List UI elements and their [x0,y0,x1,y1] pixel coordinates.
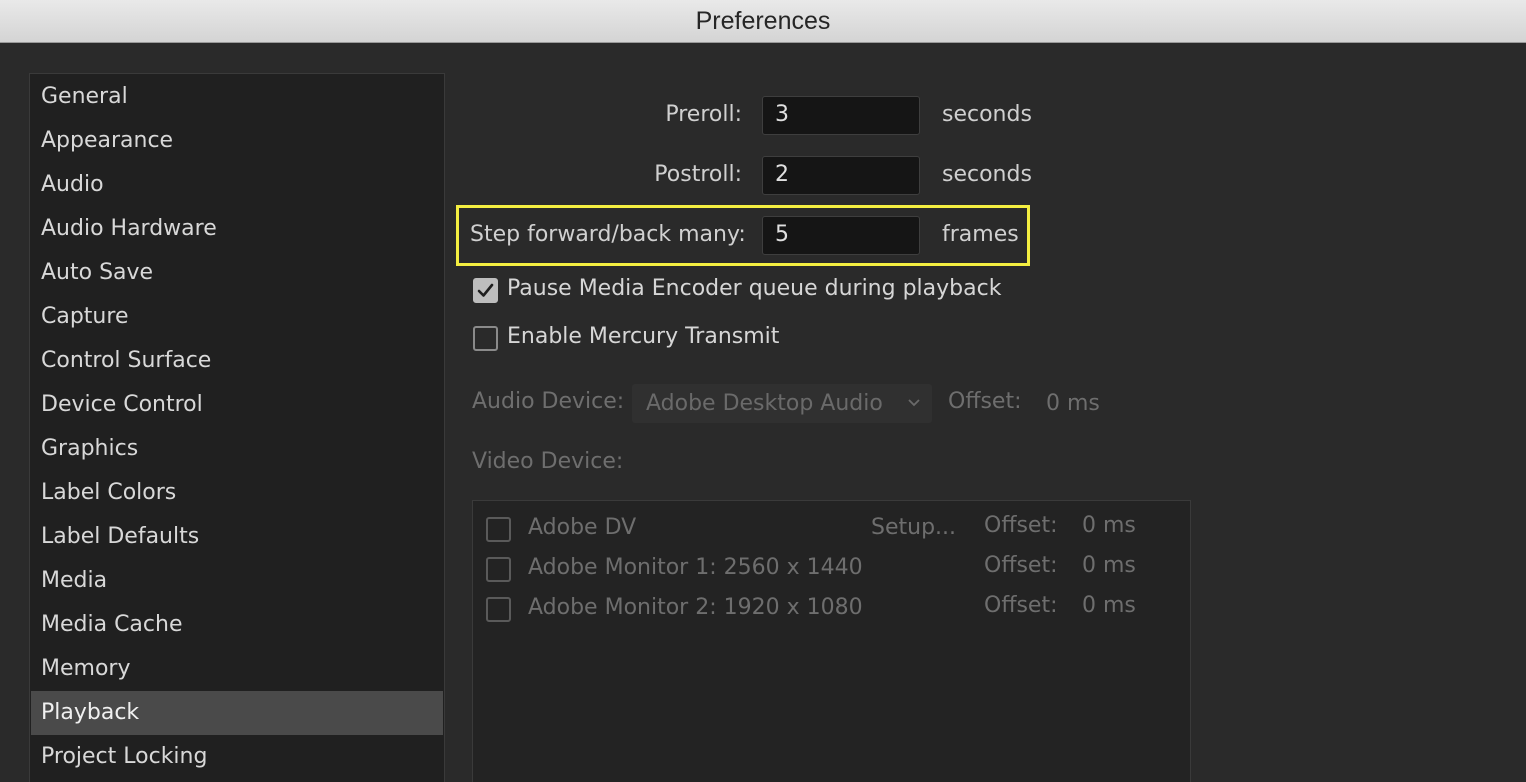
audio-offset-value: 0 ms [1046,391,1100,416]
preroll-field[interactable]: 3 [762,96,920,135]
preroll-unit: seconds [942,102,1032,127]
video-device-label: Video Device: [472,449,624,474]
window-title: Preferences [0,0,1526,43]
audio-device-select[interactable]: Adobe Desktop Audio [632,384,932,423]
sidebar-item-graphics[interactable]: Graphics [31,427,443,471]
sidebar-item-appearance[interactable]: Appearance [31,119,443,163]
pause-encoder-checkbox[interactable] [473,278,498,303]
video-device-checkbox[interactable] [486,517,511,542]
video-device-checkbox[interactable] [486,557,511,582]
video-device-name: Adobe DV [528,515,637,540]
step-unit: frames [942,222,1019,247]
video-device-offset-value: 0 ms [1082,553,1136,578]
postroll-unit: seconds [942,162,1032,187]
sidebar-item-project-locking[interactable]: Project Locking [31,735,443,779]
sidebar-item-capture[interactable]: Capture [31,295,443,339]
step-label: Step forward/back many: [470,222,746,247]
checkmark-icon [477,283,494,297]
video-device-offset-label: Offset: [984,513,1058,538]
video-device-offset-label: Offset: [984,593,1058,618]
sidebar-item-label-colors[interactable]: Label Colors [31,471,443,515]
video-device-offset-value: 0 ms [1082,513,1136,538]
preferences-sidebar: General Appearance Audio Audio Hardware … [29,73,445,782]
postroll-field[interactable]: 2 [762,156,920,195]
audio-device-value: Adobe Desktop Audio [646,391,883,416]
video-device-setup-button[interactable]: Setup... [871,515,956,540]
video-device-name: Adobe Monitor 1: 2560 x 1440 [528,555,863,580]
mercury-transmit-checkbox[interactable] [473,326,498,351]
audio-device-label: Audio Device: [472,389,625,414]
sidebar-item-auto-save[interactable]: Auto Save [31,251,443,295]
sidebar-item-label-defaults[interactable]: Label Defaults [31,515,443,559]
video-device-offset-label: Offset: [984,553,1058,578]
sidebar-item-media[interactable]: Media [31,559,443,603]
mercury-transmit-label: Enable Mercury Transmit [507,324,780,349]
sidebar-item-memory[interactable]: Memory [31,647,443,691]
sidebar-item-playback[interactable]: Playback [31,691,443,735]
preferences-window: Preferences General Appearance Audio Aud… [0,0,1526,782]
video-device-row: Adobe Monitor 1: 2560 x 1440 Offset: 0 m… [473,549,1190,589]
video-device-row: Adobe DV Setup... Offset: 0 ms [473,509,1190,549]
video-device-checkbox[interactable] [486,597,511,622]
step-field[interactable]: 5 [762,216,920,255]
pause-encoder-label: Pause Media Encoder queue during playbac… [507,276,1002,301]
sidebar-item-audio-hardware[interactable]: Audio Hardware [31,207,443,251]
video-device-offset-value: 0 ms [1082,593,1136,618]
preroll-label: Preroll: [665,102,742,127]
postroll-label: Postroll: [654,162,742,187]
chevron-down-icon [908,399,920,407]
video-device-list: Adobe DV Setup... Offset: 0 ms Adobe Mon… [472,500,1191,782]
sidebar-item-control-surface[interactable]: Control Surface [31,339,443,383]
sidebar-item-device-control[interactable]: Device Control [31,383,443,427]
sidebar-item-media-cache[interactable]: Media Cache [31,603,443,647]
video-device-name: Adobe Monitor 2: 1920 x 1080 [528,595,863,620]
audio-offset-label: Offset: [948,389,1022,414]
sidebar-item-audio[interactable]: Audio [31,163,443,207]
sidebar-item-general[interactable]: General [31,75,443,119]
video-device-row: Adobe Monitor 2: 1920 x 1080 Offset: 0 m… [473,589,1190,629]
